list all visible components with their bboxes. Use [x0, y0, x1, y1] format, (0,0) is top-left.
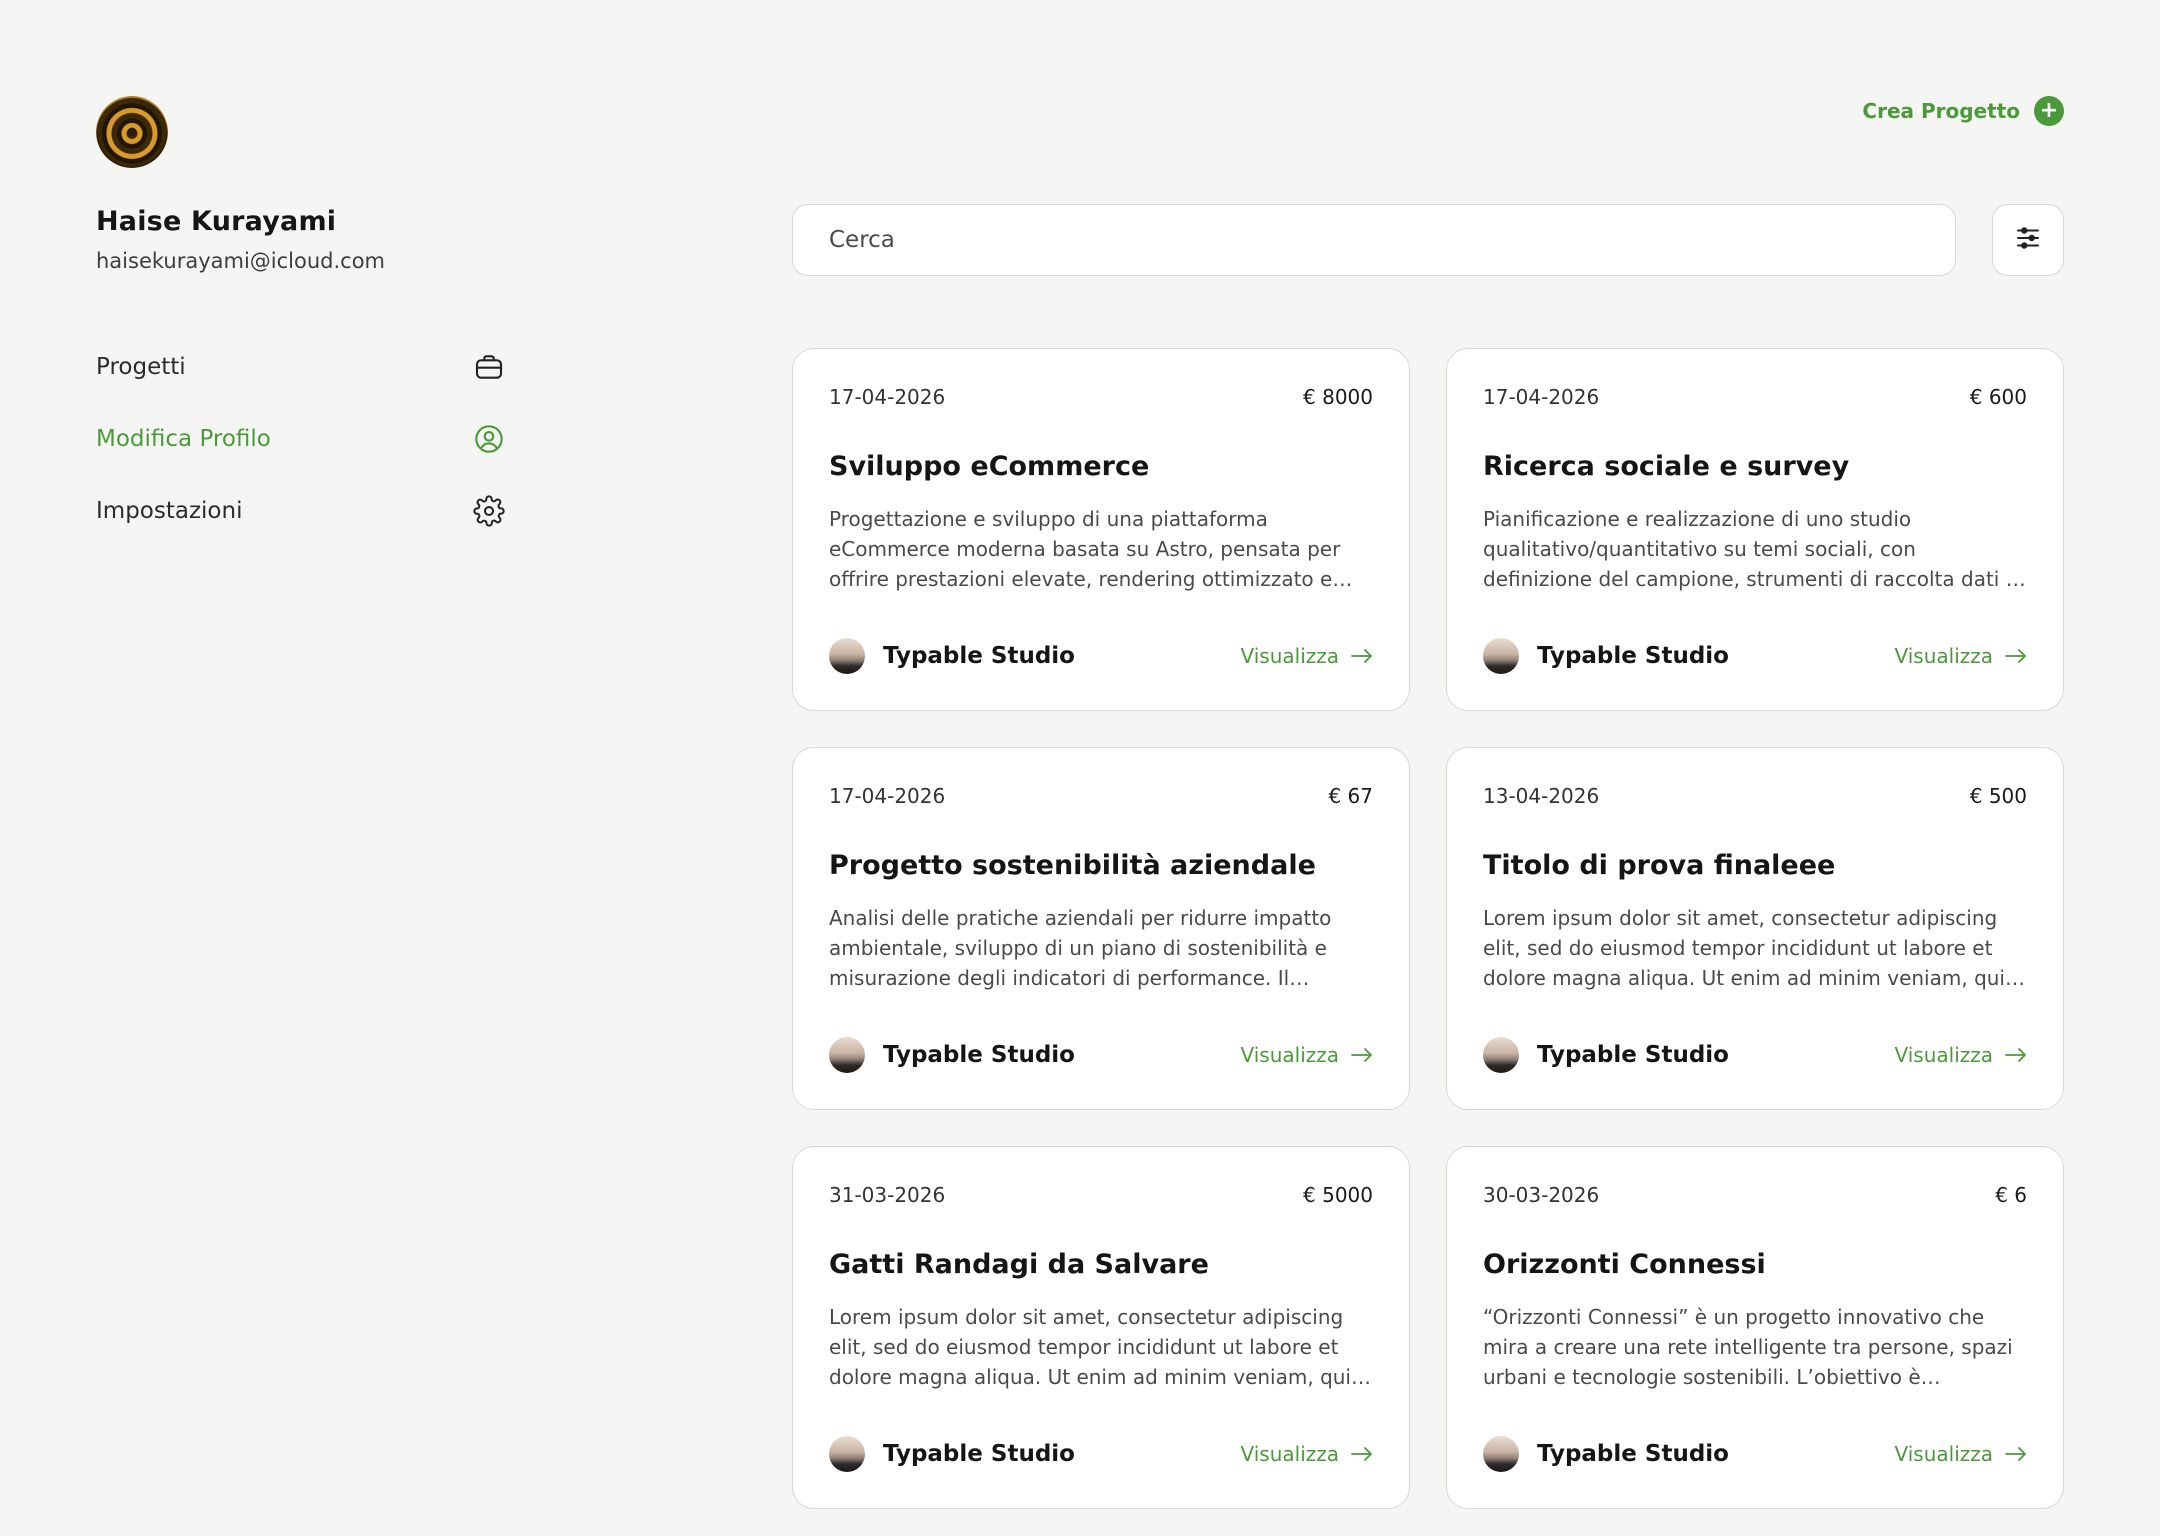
project-title: Progetto sostenibilità aziendale	[829, 850, 1316, 881]
project-description: Progettazione e sviluppo di una piattafo…	[829, 507, 1341, 591]
project-title: Ricerca sociale e survey	[1483, 451, 1850, 482]
author-avatar	[1483, 1436, 1519, 1472]
view-label: Visualizza	[1894, 1442, 1993, 1466]
project-date: 30-03-2026	[1483, 1183, 1600, 1207]
arrow-right-icon	[1351, 1442, 1373, 1466]
project-description: “Orizzonti Connessi” è un progetto innov…	[1483, 1305, 2013, 1389]
create-project-button[interactable]: Crea Progetto +	[1862, 96, 2064, 126]
project-card: 17-04-2026 € 8000 Sviluppo eCommerce Pro…	[792, 348, 1410, 711]
author-name: Typable Studio	[883, 643, 1075, 669]
arrow-right-icon	[1351, 1043, 1373, 1067]
project-date: 31-03-2026	[829, 1183, 946, 1207]
project-card: 30-03-2026 € 6 Orizzonti Connessi “Orizz…	[1446, 1146, 2064, 1509]
project-card: 13-04-2026 € 500 Titolo di prova finalee…	[1446, 747, 2064, 1110]
view-project-link[interactable]: Visualizza	[1894, 1043, 2027, 1067]
author-avatar	[829, 1037, 865, 1073]
project-description: Pianificazione e realizzazione di uno st…	[1483, 507, 2019, 591]
sidebar-item-impostazioni[interactable]: Impostazioni	[96, 475, 506, 547]
arrow-right-icon	[2005, 644, 2027, 668]
author-avatar	[1483, 1037, 1519, 1073]
search-bar	[792, 204, 1956, 276]
project-date: 13-04-2026	[1483, 784, 1600, 808]
project-card: 17-04-2026 € 67 Progetto sostenibilità a…	[792, 747, 1410, 1110]
sidebar-item-progetti[interactable]: Progetti	[96, 331, 506, 403]
project-date: 17-04-2026	[829, 784, 946, 808]
view-project-link[interactable]: Visualizza	[1240, 1043, 1373, 1067]
view-project-link[interactable]: Visualizza	[1894, 644, 2027, 668]
project-title: Titolo di prova finaleee	[1483, 850, 1836, 881]
author-name: Typable Studio	[1537, 1042, 1729, 1068]
search-input[interactable]	[829, 227, 1955, 253]
view-project-link[interactable]: Visualizza	[1240, 1442, 1373, 1466]
project-price: € 8000	[1303, 385, 1373, 409]
project-price: € 5000	[1303, 1183, 1373, 1207]
view-label: Visualizza	[1240, 644, 1339, 668]
project-date: 17-04-2026	[829, 385, 946, 409]
user-name: Haise Kurayami	[96, 206, 337, 237]
arrow-right-icon	[2005, 1442, 2027, 1466]
project-price: € 67	[1328, 784, 1373, 808]
project-title: Gatti Randagi da Salvare	[829, 1249, 1209, 1280]
filter-button[interactable]	[1992, 204, 2064, 276]
gear-icon	[472, 494, 506, 528]
view-label: Visualizza	[1240, 1043, 1339, 1067]
project-card: 31-03-2026 € 5000 Gatti Randagi da Salva…	[792, 1146, 1410, 1509]
project-price: € 500	[1969, 784, 2027, 808]
plus-icon: +	[2034, 96, 2064, 126]
view-project-link[interactable]: Visualizza	[1240, 644, 1373, 668]
view-label: Visualizza	[1894, 644, 1993, 668]
app-root: Haise Kurayami haisekurayami@icloud.com …	[0, 0, 2160, 1536]
author-name: Typable Studio	[883, 1042, 1075, 1068]
project-price: € 6	[1995, 1183, 2027, 1207]
author-name: Typable Studio	[1537, 1441, 1729, 1467]
sliders-icon	[2013, 223, 2043, 257]
author-name: Typable Studio	[883, 1441, 1075, 1467]
arrow-right-icon	[1351, 644, 1373, 668]
user-email: haisekurayami@icloud.com	[96, 249, 386, 273]
project-date: 17-04-2026	[1483, 385, 1600, 409]
project-price: € 600	[1969, 385, 2027, 409]
project-title: Orizzonti Connessi	[1483, 1249, 1766, 1280]
view-label: Visualizza	[1894, 1043, 1993, 1067]
view-project-link[interactable]: Visualizza	[1894, 1442, 2027, 1466]
sidebar-item-label: Progetti	[96, 354, 186, 380]
project-description: Analisi delle pratiche aziendali per rid…	[829, 906, 1332, 990]
project-title: Sviluppo eCommerce	[829, 451, 1150, 482]
sidebar-item-label: Modifica Profilo	[96, 426, 271, 452]
author-avatar	[1483, 638, 1519, 674]
user-circle-icon	[472, 422, 506, 456]
create-project-label: Crea Progetto	[1862, 99, 2020, 123]
author-avatar	[829, 638, 865, 674]
author-name: Typable Studio	[1537, 643, 1729, 669]
user-avatar[interactable]	[96, 96, 168, 168]
briefcase-icon	[472, 350, 506, 384]
author-avatar	[829, 1436, 865, 1472]
project-description: Lorem ipsum dolor sit amet, consectetur …	[1483, 906, 2016, 990]
arrow-right-icon	[2005, 1043, 2027, 1067]
sidebar-item-modifica-profilo[interactable]: Modifica Profilo	[96, 403, 506, 475]
view-label: Visualizza	[1240, 1442, 1339, 1466]
sidebar-item-label: Impostazioni	[96, 498, 243, 524]
project-card: 17-04-2026 € 600 Ricerca sociale e surve…	[1446, 348, 2064, 711]
sidebar-nav: Progetti Modifica Profilo Impostazioni	[96, 331, 506, 547]
project-grid: 17-04-2026 € 8000 Sviluppo eCommerce Pro…	[792, 348, 2064, 1509]
project-description: Lorem ipsum dolor sit amet, consectetur …	[829, 1305, 1362, 1389]
sidebar: Haise Kurayami haisekurayami@icloud.com …	[96, 96, 506, 547]
